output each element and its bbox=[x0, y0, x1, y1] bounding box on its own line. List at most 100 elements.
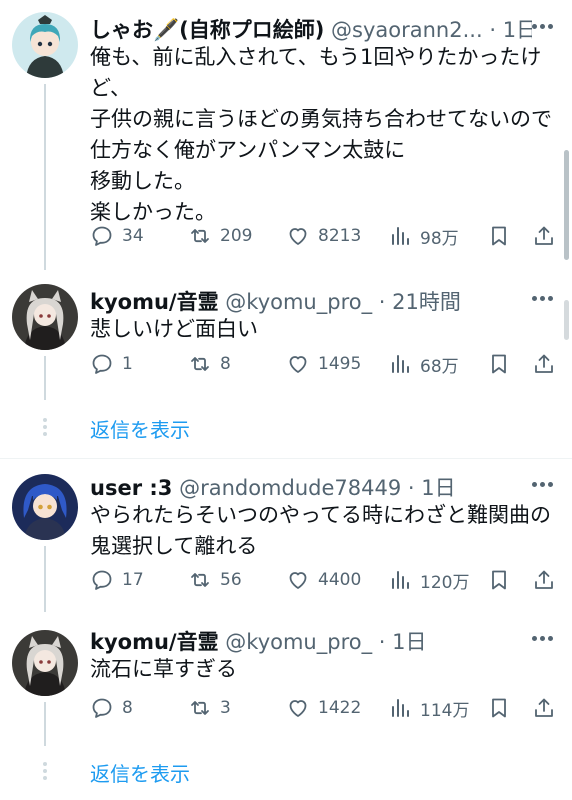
text-line: ど、 bbox=[90, 76, 131, 100]
bookmark-icon bbox=[492, 354, 506, 374]
avatar[interactable] bbox=[12, 284, 78, 350]
bookmark-button[interactable] bbox=[487, 222, 519, 250]
post-header: kyomu/音霊 @kyomu_pro_ · 1日 bbox=[90, 626, 532, 656]
timestamp[interactable]: 1日 bbox=[421, 476, 455, 500]
thread-line bbox=[44, 702, 46, 746]
like-icon bbox=[289, 700, 307, 717]
reply-button[interactable]: 1 bbox=[90, 350, 133, 378]
share-button[interactable] bbox=[532, 694, 564, 722]
more-icon[interactable] bbox=[532, 636, 554, 642]
timestamp[interactable]: 21時間 bbox=[392, 290, 461, 314]
repost-button[interactable]: 8 bbox=[188, 350, 231, 378]
display-name[interactable]: しゃお🖋️(自称プロ絵師) bbox=[90, 18, 324, 42]
share-button[interactable] bbox=[532, 222, 564, 250]
action-bar: 8 3 1422 114万 bbox=[90, 694, 560, 722]
thread-line bbox=[44, 546, 46, 612]
views-icon bbox=[392, 571, 409, 589]
reply-button[interactable]: 8 bbox=[90, 694, 133, 722]
timestamp[interactable]: 1日 bbox=[392, 630, 426, 654]
reply-thread: しゃお🖋️(自称プロ絵師) @syaorann2... · 1日 俺も、前に乱入… bbox=[0, 0, 572, 800]
like-button[interactable]: 1422 bbox=[286, 694, 361, 722]
post-kyomu-2[interactable]: kyomu/音霊 @kyomu_pro_ · 1日 流石に草すぎる 8 3 14… bbox=[0, 612, 572, 746]
display-name[interactable]: kyomu/音霊 bbox=[90, 630, 219, 654]
repost-count: 3 bbox=[220, 698, 231, 718]
scrollbar[interactable] bbox=[564, 150, 569, 260]
post-text: 悲しいけど面白い bbox=[90, 314, 554, 345]
views-icon bbox=[392, 227, 409, 245]
share-icon bbox=[535, 226, 553, 245]
reply-button[interactable]: 17 bbox=[90, 566, 144, 594]
timestamp[interactable]: 1日 bbox=[503, 18, 532, 42]
repost-icon bbox=[191, 357, 209, 371]
share-icon bbox=[535, 570, 553, 589]
share-button[interactable] bbox=[532, 350, 564, 378]
repost-icon bbox=[191, 573, 209, 587]
like-count: 4400 bbox=[318, 570, 362, 590]
thread-line bbox=[44, 84, 46, 270]
views-icon bbox=[392, 699, 409, 717]
repost-icon bbox=[191, 229, 209, 243]
like-button[interactable]: 1495 bbox=[286, 350, 361, 378]
thread-dots bbox=[43, 418, 47, 436]
reply-count: 1 bbox=[122, 354, 133, 374]
display-name[interactable]: kyomu/音霊 bbox=[90, 290, 219, 314]
post-syaorann[interactable]: しゃお🖋️(自称プロ絵師) @syaorann2... · 1日 俺も、前に乱入… bbox=[0, 0, 572, 270]
text-line: 子供の親に言うほどの勇気持ち合わせてないので bbox=[90, 107, 552, 131]
action-bar: 17 56 4400 120万 bbox=[90, 566, 560, 594]
separator: · bbox=[378, 290, 386, 314]
share-button[interactable] bbox=[532, 566, 564, 594]
display-name[interactable]: user :3 bbox=[90, 476, 172, 500]
text-line: 仕方なく俺がアンパンマン太鼓に bbox=[90, 138, 406, 162]
views-count: 120万 bbox=[420, 572, 470, 593]
action-bar: 1 8 1495 68万 bbox=[90, 350, 560, 378]
repost-button[interactable]: 209 bbox=[188, 222, 252, 250]
reply-icon bbox=[92, 226, 112, 246]
post-header: user :3 @randomdude78449 · 1日 bbox=[90, 472, 532, 502]
more-icon[interactable] bbox=[532, 482, 554, 488]
avatar[interactable] bbox=[12, 12, 78, 78]
bookmark-button[interactable] bbox=[487, 350, 519, 378]
handle[interactable]: @kyomu_pro_ bbox=[225, 290, 372, 314]
thread-line bbox=[44, 356, 46, 400]
separator: · bbox=[489, 18, 496, 42]
repost-button[interactable]: 3 bbox=[188, 694, 231, 722]
reply-count: 34 bbox=[122, 226, 144, 246]
share-icon bbox=[535, 698, 553, 717]
handle[interactable]: @randomdude78449 bbox=[179, 476, 401, 500]
divider bbox=[0, 458, 572, 459]
scrollbar[interactable] bbox=[564, 300, 569, 340]
views-button[interactable]: 114万 bbox=[388, 694, 469, 722]
repost-button[interactable]: 56 bbox=[188, 566, 242, 594]
post-randomdude[interactable]: user :3 @randomdude78449 · 1日 やられたらそいつのや… bbox=[0, 460, 572, 612]
post-text: やられたらそいつのやってる時にわざと難関曲の 鬼選択して離れる bbox=[90, 500, 554, 562]
views-button[interactable]: 98万 bbox=[388, 222, 459, 250]
handle[interactable]: @syaorann2... bbox=[331, 18, 483, 42]
avatar[interactable] bbox=[12, 474, 78, 540]
like-button[interactable]: 4400 bbox=[286, 566, 361, 594]
text-line: 俺も、前に乱入されて、もう1回やりたかったけ bbox=[90, 45, 542, 69]
post-kyomu-1[interactable]: kyomu/音霊 @kyomu_pro_ · 21時間 悲しいけど面白い 1 8… bbox=[0, 270, 572, 400]
bookmark-button[interactable] bbox=[487, 694, 519, 722]
handle[interactable]: @kyomu_pro_ bbox=[225, 630, 372, 654]
separator: · bbox=[378, 630, 386, 654]
reply-button[interactable]: 34 bbox=[90, 222, 144, 250]
text-line: やられたらそいつのやってる時にわざと難関曲の bbox=[90, 503, 551, 527]
more-icon[interactable] bbox=[532, 296, 554, 302]
bookmark-icon bbox=[492, 570, 506, 590]
show-replies-link[interactable]: 返信を表示 bbox=[90, 414, 190, 443]
views-button[interactable]: 68万 bbox=[388, 350, 459, 378]
post-text: 流石に草すぎる bbox=[90, 654, 554, 685]
bookmark-button[interactable] bbox=[487, 566, 519, 594]
views-button[interactable]: 120万 bbox=[388, 566, 469, 594]
reply-count: 17 bbox=[122, 570, 144, 590]
show-replies-link[interactable]: 返信を表示 bbox=[90, 758, 190, 787]
repost-count: 8 bbox=[220, 354, 231, 374]
repost-icon bbox=[191, 701, 209, 715]
like-count: 1495 bbox=[318, 354, 362, 374]
more-icon[interactable] bbox=[532, 24, 554, 30]
like-button[interactable]: 8213 bbox=[286, 222, 361, 250]
separator: · bbox=[407, 476, 415, 500]
avatar[interactable] bbox=[12, 630, 78, 696]
text-line: 流石に草すぎる bbox=[90, 657, 237, 681]
bookmark-icon bbox=[492, 698, 506, 718]
